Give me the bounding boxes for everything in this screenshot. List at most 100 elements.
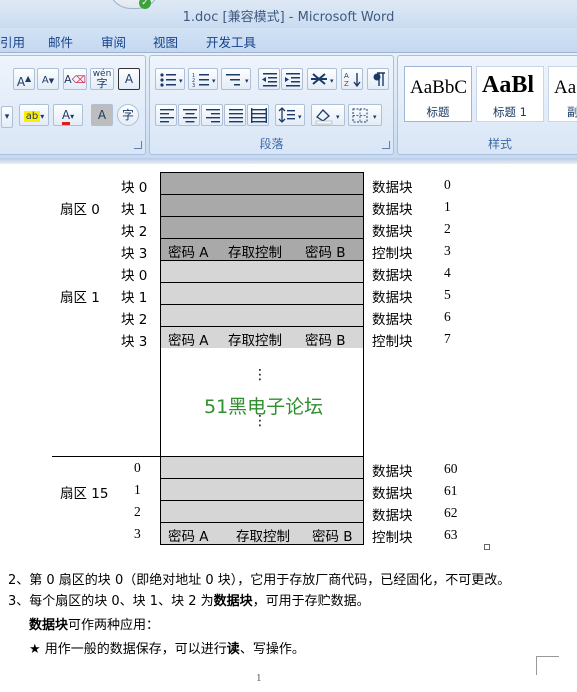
- tab-developer[interactable]: 开发工具: [206, 32, 256, 51]
- star-icon: ★: [29, 642, 41, 657]
- character-shading-button[interactable]: A: [91, 104, 113, 126]
- key-b-label: 密码 B: [312, 529, 353, 545]
- styles-group-label: 样式: [488, 137, 513, 151]
- key-a-label: 密码 A: [168, 245, 209, 261]
- paragraph-2: 2、第 0 扇区的块 0（即绝对地址 0 块），它用于存放厂商代码，已经固化，不…: [8, 573, 511, 588]
- font-color-button[interactable]: A▾: [53, 104, 83, 126]
- show-hide-marks-icon[interactable]: [367, 68, 389, 90]
- svg-text:▾: ▾: [179, 77, 183, 85]
- key-b-label: 密码 B: [305, 245, 346, 261]
- block-label: 块 0: [121, 180, 148, 196]
- block-label: 块 1: [121, 202, 148, 218]
- absolute-address: 63: [444, 527, 458, 542]
- align-right-icon[interactable]: [201, 104, 223, 126]
- control-block-row: 密码 A 存取控制 密码 B: [160, 238, 364, 261]
- page-number: 1: [256, 672, 262, 684]
- svg-text:▾: ▾: [212, 77, 216, 85]
- tab-review[interactable]: 审阅: [101, 32, 126, 51]
- svg-text:3: 3: [192, 83, 195, 89]
- block-label: 块 2: [121, 224, 148, 240]
- tab-mailings[interactable]: 邮件: [48, 32, 73, 51]
- character-border-button[interactable]: A: [118, 68, 140, 90]
- svg-text:▾: ▾: [330, 77, 334, 85]
- absolute-address: 3: [444, 243, 451, 258]
- align-left-icon[interactable]: [155, 104, 177, 126]
- title-bar: ✓ 1.doc [兼容模式] - Microsoft Word: [0, 0, 577, 28]
- style-heading-1[interactable]: AaBl 标题 1: [476, 66, 544, 122]
- block-type-label: 控制块: [372, 334, 413, 350]
- key-a-label: 密码 A: [168, 529, 209, 545]
- ellipsis-top: ⋮: [253, 367, 267, 383]
- paragraph-3: 3、每个扇区的块 0、块 1、块 2 为数据块，可用于存贮数据。: [8, 594, 370, 609]
- highlight-button[interactable]: ab ▾: [19, 104, 49, 126]
- tab-view[interactable]: 视图: [153, 32, 178, 51]
- block-label: 1: [134, 482, 141, 497]
- shading-icon[interactable]: ▾: [311, 104, 345, 126]
- font-size-dropdown[interactable]: ▾: [1, 106, 13, 128]
- style-subtitle[interactable]: Aa 副: [548, 66, 577, 122]
- shrink-font-button[interactable]: A▼: [37, 68, 59, 90]
- decrease-indent-icon[interactable]: [258, 68, 280, 90]
- increase-indent-icon[interactable]: [281, 68, 303, 90]
- justify-icon[interactable]: [224, 104, 246, 126]
- grow-font-button[interactable]: A▲: [13, 68, 35, 90]
- absolute-address: 62: [444, 505, 458, 520]
- absolute-address: 4: [444, 265, 451, 280]
- block-type-label: 数据块: [372, 268, 413, 284]
- block-label: 块 0: [121, 268, 148, 284]
- document-page[interactable]: ⋮ 51黑电子论坛 ⋮ 密码 A 存取控制 密码 B 密码 A 存取控制 密码 …: [0, 164, 577, 692]
- sector-label: 扇区 1: [60, 290, 100, 306]
- svg-text:Z: Z: [344, 80, 349, 88]
- sector-separator-line: [52, 456, 162, 457]
- block-type-label: 控制块: [372, 530, 413, 546]
- numbering-icon[interactable]: 123 ▾: [188, 68, 218, 90]
- sector-label: 扇区 15: [60, 486, 109, 502]
- absolute-address: 61: [444, 483, 458, 498]
- font-group: A▲ A▼ A⌫ wén 字 A ▾ ab ▾ A▾ A 字: [0, 55, 146, 155]
- sort-icon[interactable]: AZ: [341, 68, 363, 90]
- access-control-label: 存取控制: [228, 333, 282, 349]
- svg-text:A: A: [344, 72, 349, 80]
- tab-references[interactable]: 引用: [0, 32, 25, 51]
- enclose-characters-button[interactable]: 字: [117, 104, 139, 126]
- paragraph-5: ★ 用作一般的数据保存，可以进行读、写操作。: [29, 642, 305, 657]
- distributed-icon[interactable]: [247, 104, 269, 126]
- block-type-label: 数据块: [372, 486, 413, 502]
- divider: [160, 216, 364, 217]
- svg-text:▾: ▾: [245, 77, 249, 85]
- multilevel-list-icon[interactable]: ▾: [221, 68, 251, 90]
- paragraph-group: ▾ 123 ▾ ▾ ▾ AZ ▾ ▾ ▾ 段落: [149, 55, 394, 155]
- font-dialog-launcher-icon[interactable]: [134, 141, 142, 149]
- svg-text:▾: ▾: [336, 113, 340, 121]
- paragraph-4: 数据块可作两种应用：: [29, 618, 160, 633]
- bullets-icon[interactable]: ▾: [155, 68, 185, 90]
- block-type-label: 数据块: [372, 464, 413, 480]
- absolute-address: 6: [444, 309, 451, 324]
- chinese-layout-icon[interactable]: ▾: [307, 68, 337, 90]
- access-control-label: 存取控制: [228, 245, 282, 261]
- page-margin-marker: [536, 656, 559, 675]
- svg-text:▾: ▾: [373, 113, 377, 121]
- control-block-row: 密码 A 存取控制 密码 B: [160, 522, 364, 545]
- styles-group: AaBbC 标题 AaBl 标题 1 Aa 副 样式: [397, 55, 577, 155]
- divider: [160, 304, 364, 305]
- ribbon: A▲ A▼ A⌫ wén 字 A ▾ ab ▾ A▾ A 字 ▾ 123 ▾ ▾…: [0, 53, 577, 158]
- style-heading[interactable]: AaBbC 标题: [404, 66, 472, 122]
- divider: [160, 478, 364, 479]
- block-label: 块 2: [121, 312, 148, 328]
- clear-format-icon[interactable]: A⌫: [63, 68, 87, 90]
- phonetic-guide-button[interactable]: wén 字: [90, 68, 114, 90]
- access-control-label: 存取控制: [236, 529, 290, 545]
- divider: [160, 194, 364, 195]
- align-center-icon[interactable]: [178, 104, 200, 126]
- block-type-label: 数据块: [372, 290, 413, 306]
- paragraph-group-label: 段落: [259, 137, 284, 151]
- divider: [160, 500, 364, 501]
- line-spacing-icon[interactable]: ▾: [275, 104, 305, 126]
- borders-icon[interactable]: ▾: [348, 104, 382, 126]
- block-label: 块 3: [121, 334, 148, 350]
- table-anchor-handle[interactable]: [484, 544, 490, 550]
- block-label: 2: [134, 504, 141, 519]
- paragraph-dialog-launcher-icon[interactable]: [382, 141, 390, 149]
- block-type-label: 数据块: [372, 224, 413, 240]
